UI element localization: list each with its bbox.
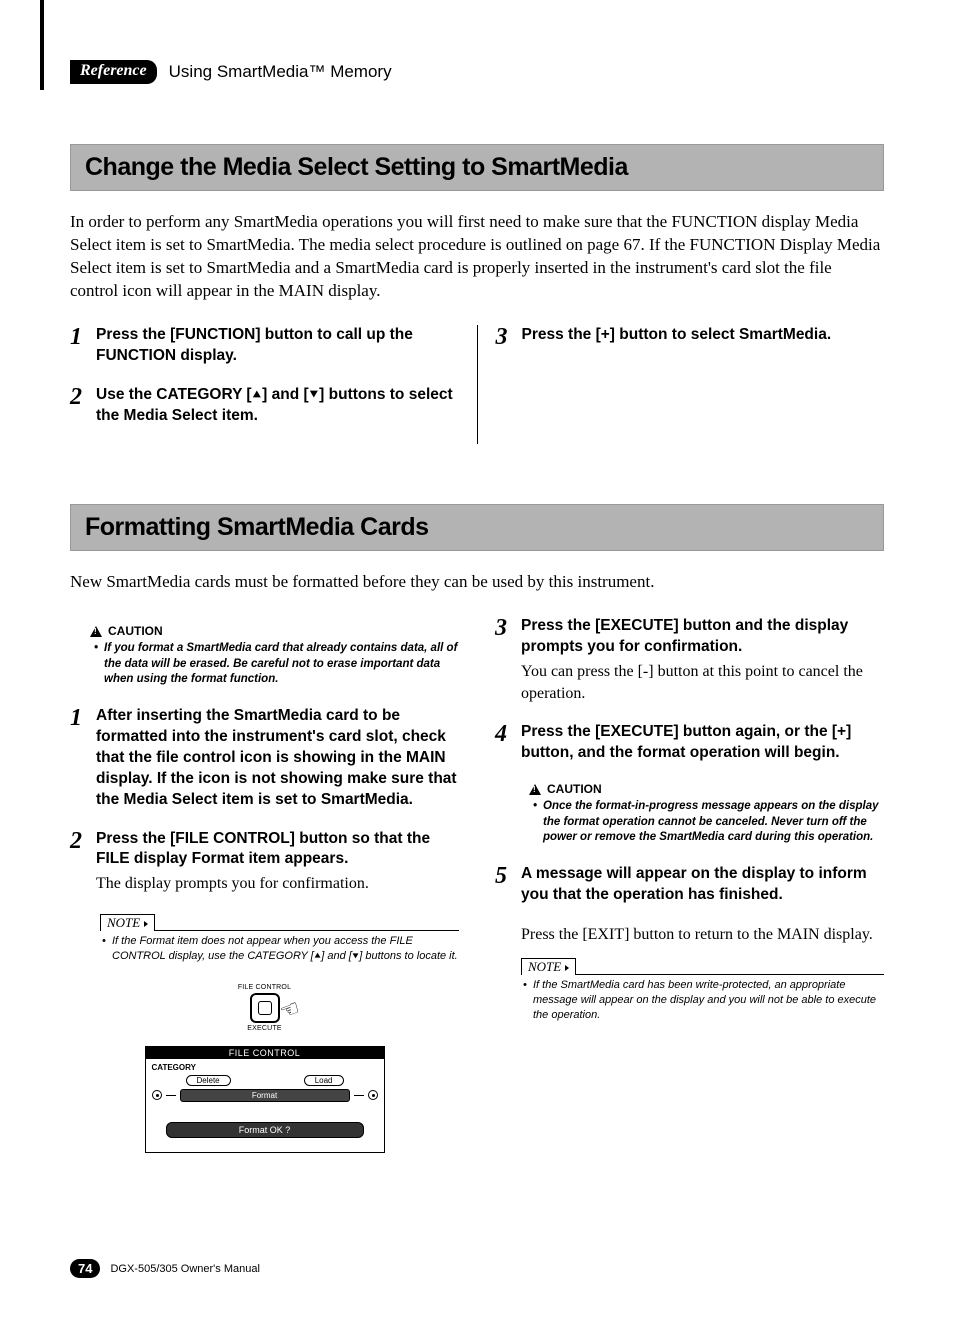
note-text: If the SmartMedia card has been write-pr…	[521, 978, 884, 1023]
s2-step-1: 1 After inserting the SmartMedia card to…	[70, 706, 459, 811]
knob-right-icon	[368, 1090, 378, 1100]
page-number: 74	[70, 1259, 100, 1278]
step-text: Press the [EXECUTE] button again, or the…	[521, 722, 884, 764]
down-icon: ⯆	[309, 386, 320, 404]
note-box-1: NOTE If the Format item does not appear …	[100, 913, 459, 964]
button-illustration: FILE CONTROL ☜ EXECUTE	[220, 984, 310, 1032]
section2-columns: CAUTION If you format a SmartMedia card …	[70, 616, 884, 1152]
step-subtext: You can press the [-] button at this poi…	[521, 661, 884, 704]
step-text: A message will appear on the display to …	[521, 864, 884, 906]
step-number: 1	[70, 706, 88, 811]
top-rule	[40, 0, 44, 90]
step-text: Press the [FILE CONTROL] button so that …	[96, 829, 459, 895]
section1-col-right: 3 Press the [+] button to select SmartMe…	[478, 325, 885, 445]
file-control-button-icon: ☜	[250, 993, 280, 1023]
hand-pointer-icon: ☜	[276, 994, 303, 1025]
caution-label: CAUTION	[90, 624, 459, 638]
warning-icon	[529, 784, 541, 795]
note-box-2: NOTE If the SmartMedia card has been wri…	[521, 957, 884, 1023]
section2-col-left: CAUTION If you format a SmartMedia card …	[70, 616, 477, 1152]
step-subtext: The display prompts you for confirmation…	[96, 873, 459, 895]
lcd-category-label: CATEGORY	[152, 1063, 378, 1072]
lcd-prompt: Format OK ?	[166, 1122, 364, 1138]
illus-bottom-label: EXECUTE	[220, 1025, 310, 1032]
lcd-delete-chip: Delete	[186, 1075, 231, 1086]
s2-step-3: 3 Press the [EXECUTE] button and the dis…	[495, 616, 884, 704]
caution-text: If you format a SmartMedia card that alr…	[90, 641, 459, 688]
down-icon: ⯆	[352, 950, 359, 963]
page-footer: 74 DGX-505/305 Owner's Manual	[70, 1259, 260, 1278]
step-text: After inserting the SmartMedia card to b…	[96, 706, 459, 811]
step-number: 5	[495, 864, 513, 906]
manual-name: DGX-505/305 Owner's Manual	[110, 1263, 259, 1275]
caution-label: CAUTION	[529, 782, 884, 796]
s2-step-4: 4 Press the [EXECUTE] button again, or t…	[495, 722, 884, 764]
caution-box-1: CAUTION If you format a SmartMedia card …	[90, 624, 459, 688]
step-number: 4	[495, 722, 513, 764]
step-text: Press the [EXECUTE] button and the displ…	[521, 616, 884, 704]
section-title-1: Change the Media Select Setting to Smart…	[70, 144, 884, 191]
section2-intro: New SmartMedia cards must be formatted b…	[70, 571, 884, 594]
s1-step-2: 2 Use the CATEGORY [⯅] and [⯆] buttons t…	[70, 385, 459, 427]
s1-step-1: 1 Press the [FUNCTION] button to call up…	[70, 325, 459, 367]
section1-columns: 1 Press the [FUNCTION] button to call up…	[70, 325, 884, 445]
lcd-title: FILE CONTROL	[146, 1047, 384, 1059]
warning-icon	[90, 626, 102, 637]
section1-intro: In order to perform any SmartMedia opera…	[70, 211, 884, 303]
knob-left-icon	[152, 1090, 162, 1100]
after-step5-text: Press the [EXIT] button to return to the…	[521, 924, 884, 946]
step-number: 3	[495, 616, 513, 704]
section2-col-right: 3 Press the [EXECUTE] button and the dis…	[477, 616, 884, 1152]
step-text: Press the [FUNCTION] button to call up t…	[96, 325, 459, 367]
note-label: NOTE	[100, 914, 155, 931]
caution-text: Once the format-in-progress message appe…	[529, 799, 884, 846]
up-icon: ⯅	[314, 950, 321, 963]
step-number: 1	[70, 325, 88, 367]
reference-badge: Reference	[70, 60, 157, 84]
lcd-load-chip: Load	[304, 1075, 344, 1086]
step-number: 2	[70, 829, 88, 895]
illus-top-label: FILE CONTROL	[220, 984, 310, 991]
lcd-format-chip: Format	[180, 1089, 350, 1102]
s2-step-2: 2 Press the [FILE CONTROL] button so tha…	[70, 829, 459, 895]
s2-step-5: 5 A message will appear on the display t…	[495, 864, 884, 906]
caution-label-text: CAUTION	[108, 624, 163, 638]
step-text: Use the CATEGORY [⯅] and [⯆] buttons to …	[96, 385, 459, 427]
step-number: 2	[70, 385, 88, 427]
note-label: NOTE	[521, 958, 576, 975]
step-text: Press the [+] button to select SmartMedi…	[522, 325, 885, 349]
section1-col-left: 1 Press the [FUNCTION] button to call up…	[70, 325, 478, 445]
step-number: 3	[496, 325, 514, 349]
up-icon: ⯅	[252, 386, 263, 404]
header-title: Using SmartMedia™ Memory	[169, 62, 392, 82]
page-header: Reference Using SmartMedia™ Memory	[70, 60, 884, 84]
lcd-screen-mock: FILE CONTROL CATEGORY Delete Load Format	[145, 1046, 385, 1153]
s1-step-3: 3 Press the [+] button to select SmartMe…	[496, 325, 885, 349]
caution-label-text: CAUTION	[547, 782, 602, 796]
section-title-2: Formatting SmartMedia Cards	[70, 504, 884, 551]
note-text: If the Format item does not appear when …	[100, 934, 459, 964]
caution-box-2: CAUTION Once the format-in-progress mess…	[529, 782, 884, 846]
